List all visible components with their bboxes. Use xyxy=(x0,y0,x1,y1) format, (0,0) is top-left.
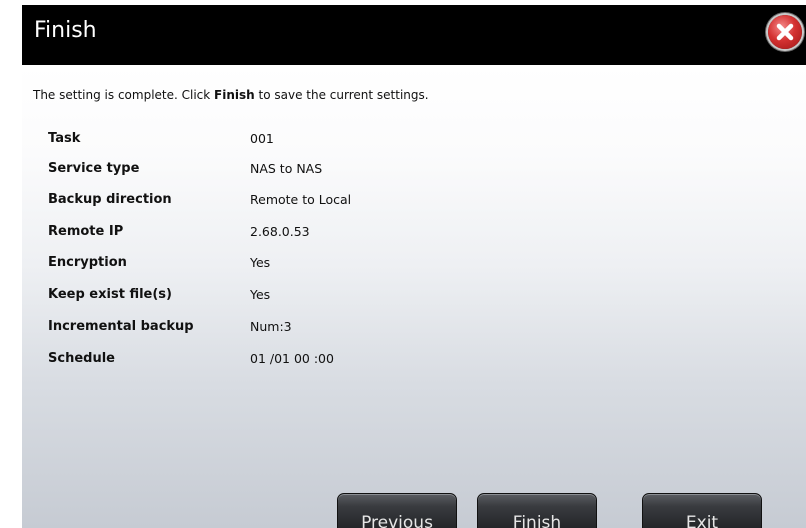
summary-label: Encryption xyxy=(48,255,127,270)
summary-value: Num:3 xyxy=(250,319,292,334)
summary-row-remote-ip: Remote IP 2.68.0.53 xyxy=(48,224,548,244)
intro-text-before: The setting is complete. Click xyxy=(33,88,215,102)
summary-label: Backup direction xyxy=(48,192,172,207)
dialog-titlebar: Finish xyxy=(22,5,806,65)
summary-row-incremental-backup: Incremental backup Num:3 xyxy=(48,319,548,339)
summary-value: Yes xyxy=(250,287,271,302)
dialog-content: The setting is complete. Click Finish to… xyxy=(22,65,806,528)
summary-label: Remote IP xyxy=(48,224,124,239)
summary-label: Keep exist file(s) xyxy=(48,287,172,302)
summary-value: NAS to NAS xyxy=(250,161,323,176)
dialog-title: Finish xyxy=(34,18,97,43)
summary-value: 001 xyxy=(250,131,274,146)
summary-label: Task xyxy=(48,131,81,146)
intro-text: The setting is complete. Click Finish to… xyxy=(33,88,429,102)
intro-text-bold: Finish xyxy=(214,88,255,102)
summary-row-task: Task 001 xyxy=(48,131,548,151)
close-button[interactable] xyxy=(768,15,802,49)
summary-value: Remote to Local xyxy=(250,192,352,207)
summary-row-backup-direction: Backup direction Remote to Local xyxy=(48,192,548,212)
summary-value: 2.68.0.53 xyxy=(250,224,310,239)
summary-label: Service type xyxy=(48,161,140,176)
finish-dialog: Finish The setting is complete. Click Fi… xyxy=(22,5,806,528)
summary-row-service-type: Service type NAS to NAS xyxy=(48,161,548,181)
summary-label: Incremental backup xyxy=(48,319,194,334)
intro-text-after: to save the current settings. xyxy=(254,88,429,102)
summary-row-encryption: Encryption Yes xyxy=(48,255,548,275)
finish-button[interactable]: Finish xyxy=(477,493,597,528)
summary-value: 01 /01 00 :00 xyxy=(250,351,334,366)
summary-row-schedule: Schedule 01 /01 00 :00 xyxy=(48,351,548,371)
summary-row-keep-exist-files: Keep exist file(s) Yes xyxy=(48,287,548,307)
exit-button[interactable]: Exit xyxy=(642,493,762,528)
summary-value: Yes xyxy=(250,255,271,270)
summary-label: Schedule xyxy=(48,351,115,366)
close-icon xyxy=(776,23,794,41)
previous-button[interactable]: Previous xyxy=(337,493,457,528)
